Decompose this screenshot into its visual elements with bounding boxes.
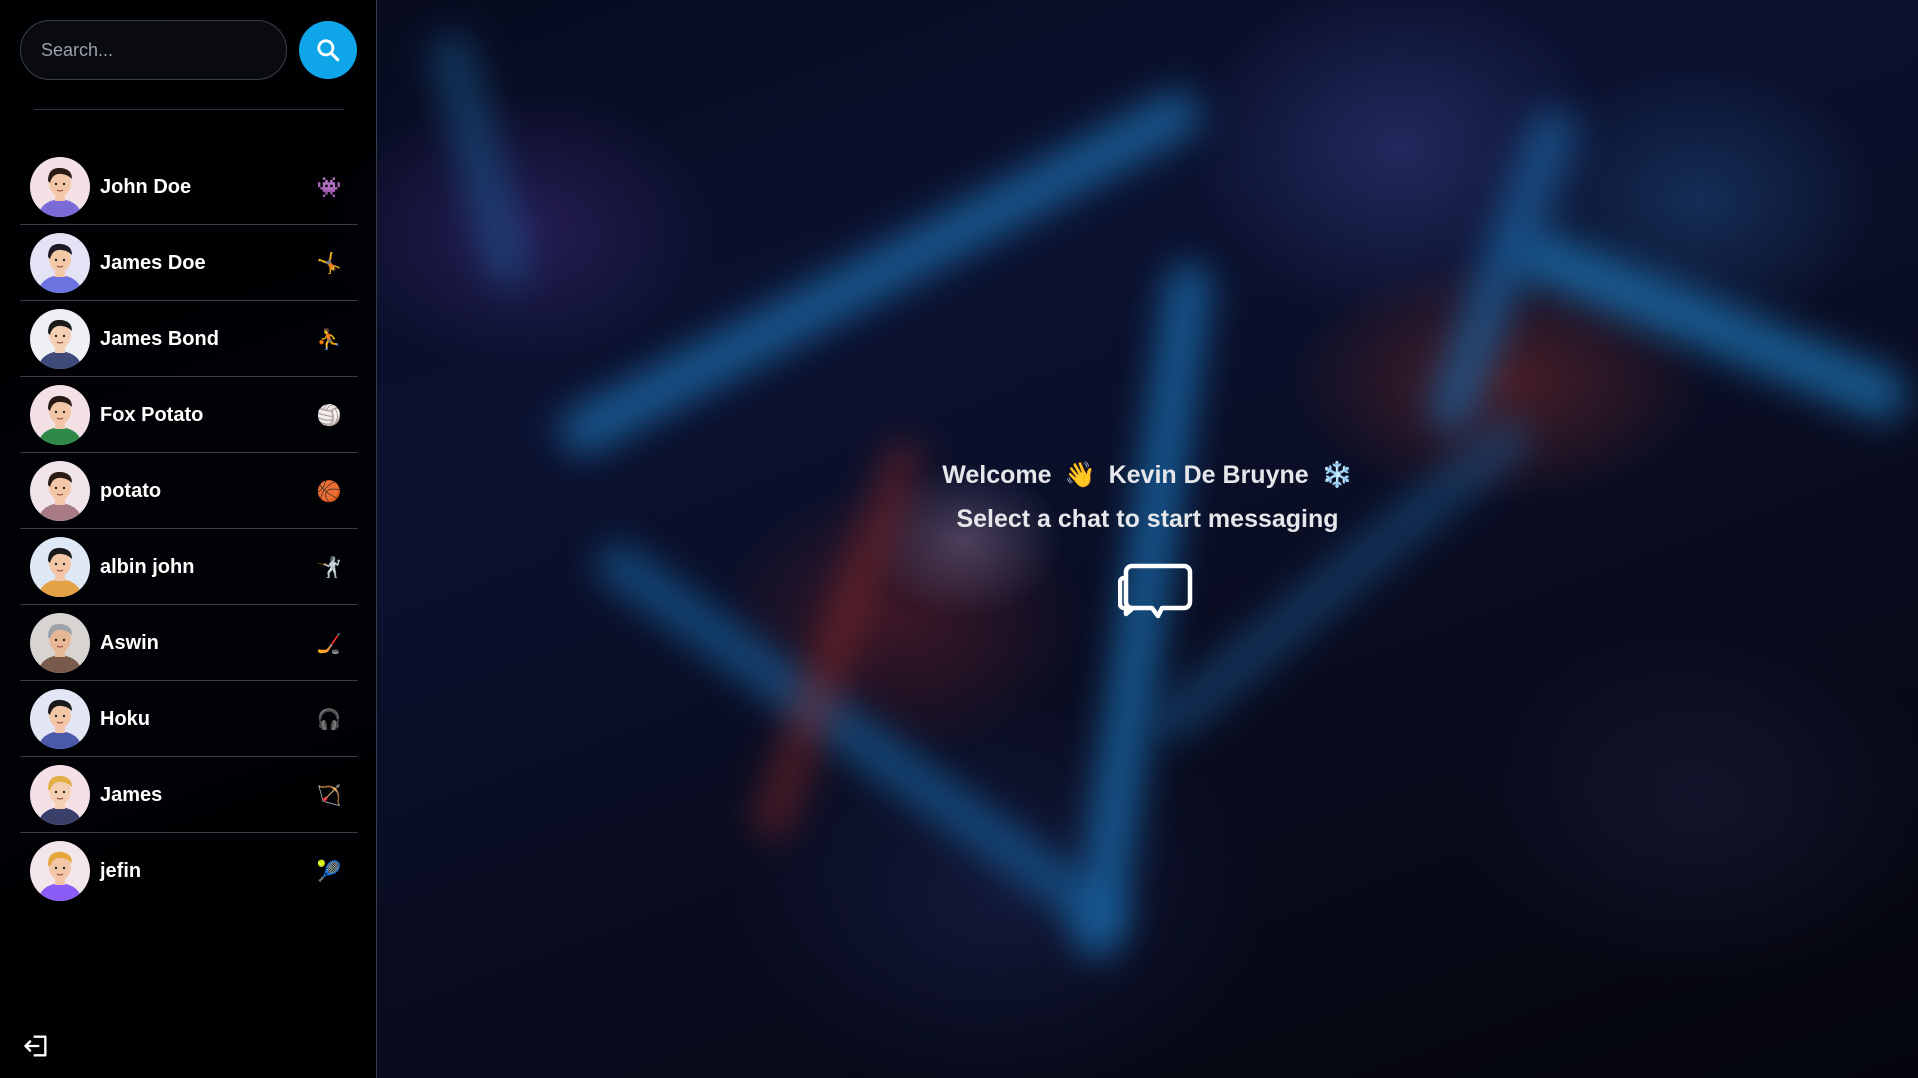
search-form — [20, 20, 357, 80]
contact-name: James — [100, 783, 163, 806]
contact-name: Hoku — [100, 707, 150, 730]
search-input[interactable] — [20, 20, 287, 80]
conversation-item[interactable]: John Doe 👾 — [20, 150, 358, 225]
contact-name: James Bond — [100, 327, 219, 350]
chat-bubbles-icon — [1118, 563, 1193, 619]
avatar — [30, 309, 90, 369]
contact-name: potato — [100, 479, 162, 502]
sidebar: John Doe 👾 James Doe 🤸 James Bond ⛹️ Fox Potat… — [0, 0, 377, 1078]
contact-emoji-icon: 🏐 — [316, 404, 342, 427]
avatar — [30, 765, 90, 825]
logout-icon[interactable] — [22, 1032, 50, 1060]
avatar — [30, 157, 90, 217]
contact-name: albin john — [100, 555, 195, 578]
avatar — [30, 537, 90, 597]
contact-emoji-icon: 🏹 — [316, 784, 342, 807]
avatar — [30, 613, 90, 673]
avatar — [30, 841, 90, 901]
conversation-item[interactable]: albin john 🤺 — [20, 530, 358, 605]
avatar — [30, 385, 90, 445]
snowflake-icon: ❄️ — [1321, 460, 1353, 489]
avatar — [30, 689, 90, 749]
conversation-item[interactable]: potato 🏀 — [20, 454, 358, 529]
conversation-item[interactable]: Fox Potato 🏐 — [20, 378, 358, 453]
main-panel: Welcome 👋 Kevin De Bruyne ❄️ Select a ch… — [377, 0, 1918, 1078]
contact-emoji-icon: ⛹️ — [316, 328, 342, 351]
contact-name: jefin — [100, 859, 142, 882]
welcome-subtitle: Select a chat to start messaging — [956, 505, 1339, 533]
contact-emoji-icon: 🤺 — [316, 556, 342, 579]
conversation-list: John Doe 👾 James Doe 🤸 James Bond ⛹️ Fox Potat… — [20, 150, 358, 908]
conversation-item[interactable]: jefin 🎾 — [20, 834, 358, 908]
welcome-line: Welcome 👋 Kevin De Bruyne ❄️ — [377, 460, 1918, 490]
conversation-item[interactable]: Aswin 🏒 — [20, 606, 358, 681]
contact-emoji-icon: 🎾 — [316, 860, 342, 883]
conversation-item[interactable]: James Doe 🤸 — [20, 226, 358, 301]
contact-name: John Doe — [100, 175, 192, 198]
contact-emoji-icon: 🤸 — [316, 252, 342, 275]
wave-icon: 👋 — [1064, 460, 1096, 489]
conversation-item[interactable]: James 🏹 — [20, 758, 358, 833]
welcome-greeting: Welcome — [942, 460, 1052, 489]
contact-name: James Doe — [100, 251, 206, 274]
current-user-name: Kevin De Bruyne — [1108, 460, 1309, 489]
divider — [34, 109, 344, 110]
search-button[interactable] — [299, 21, 357, 79]
contact-name: Fox Potato — [100, 403, 204, 426]
chat-app: John Doe 👾 James Doe 🤸 James Bond ⛹️ Fox Potat… — [0, 0, 1918, 1078]
contact-emoji-icon: 🏒 — [316, 632, 342, 655]
avatar — [30, 233, 90, 293]
conversation-item[interactable]: Hoku 🎧 — [20, 682, 358, 757]
contact-emoji-icon: 🎧 — [316, 708, 342, 731]
conversation-item[interactable]: James Bond ⛹️ — [20, 302, 358, 377]
contact-name: Aswin — [100, 631, 159, 654]
contact-emoji-icon: 🏀 — [316, 480, 342, 503]
avatar — [30, 461, 90, 521]
contact-emoji-icon: 👾 — [316, 176, 342, 199]
search-icon — [317, 39, 340, 62]
